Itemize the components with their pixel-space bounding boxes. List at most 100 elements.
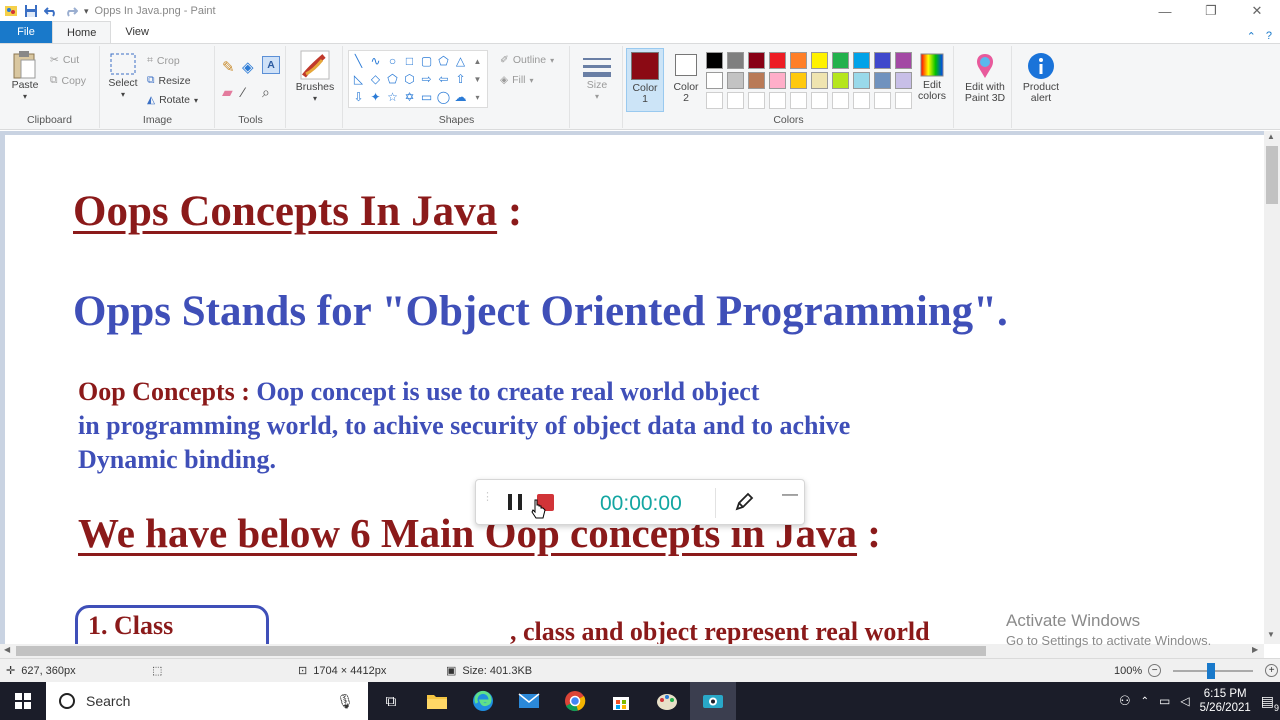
rounded-rect-shape-icon[interactable]: ▢ bbox=[418, 52, 435, 70]
oval-shape-icon[interactable]: ○ bbox=[384, 52, 401, 70]
left-arrow-shape-icon[interactable]: ⇦ bbox=[435, 70, 452, 88]
palette-swatch[interactable] bbox=[769, 72, 786, 89]
palette-swatch[interactable] bbox=[853, 72, 870, 89]
store-button[interactable] bbox=[598, 682, 644, 720]
custom-color-slot[interactable] bbox=[748, 92, 765, 109]
chrome-button[interactable] bbox=[552, 682, 598, 720]
expand-gallery-icon[interactable]: ▾ bbox=[469, 88, 486, 106]
paint-taskbar-button[interactable] bbox=[644, 682, 690, 720]
custom-color-slot[interactable] bbox=[706, 92, 723, 109]
callout-oval-icon[interactable]: ◯ bbox=[435, 88, 452, 106]
show-hidden-icons-chevron-icon[interactable]: ⌃ bbox=[1141, 696, 1149, 707]
palette-swatch[interactable] bbox=[811, 52, 828, 69]
save-icon[interactable] bbox=[24, 4, 38, 18]
palette-swatch[interactable] bbox=[811, 72, 828, 89]
custom-color-slot[interactable] bbox=[895, 92, 912, 109]
paste-button[interactable]: Paste ▾ bbox=[8, 50, 42, 102]
scroll-left-arrow-icon[interactable]: ◀ bbox=[4, 645, 10, 654]
help-icon[interactable]: ? bbox=[1266, 30, 1272, 43]
select-button[interactable]: Select ▾ bbox=[107, 52, 139, 100]
screen-recorder-taskbar-button[interactable] bbox=[690, 682, 736, 720]
zoom-out-icon[interactable]: − bbox=[1148, 664, 1162, 677]
six-point-star-icon[interactable]: ✡ bbox=[401, 88, 418, 106]
image-canvas[interactable]: Oops Concepts In Java : Opps Stands for … bbox=[5, 135, 1264, 644]
palette-swatch[interactable] bbox=[790, 52, 807, 69]
undo-icon[interactable] bbox=[44, 4, 58, 18]
zoom-in-icon[interactable]: + bbox=[1265, 664, 1279, 677]
tab-home[interactable]: Home bbox=[52, 21, 112, 43]
maximize-button[interactable]: ❐ bbox=[1188, 0, 1234, 22]
shapes-gallery[interactable]: ╲ ∿ ○ □ ▢ ⬠ △ ▲ ◺ ◇ ⬠ ⬡ ⇨ ⇦ ⇧ ▼ ⇩ ✦ ☆ ✡ ▭ ◯ ☁ ▾ bbox=[348, 50, 488, 108]
diamond-shape-icon[interactable]: ◇ bbox=[367, 70, 384, 88]
palette-swatch[interactable] bbox=[832, 72, 849, 89]
taskbar-search[interactable]: Search 🎙 bbox=[46, 682, 368, 720]
brushes-button[interactable]: Brushes ▾ bbox=[293, 50, 337, 104]
text-tool-icon[interactable]: A bbox=[262, 56, 280, 74]
polygon-shape-icon[interactable]: ⬠ bbox=[435, 52, 452, 70]
taskbar-clock[interactable]: 6:15 PM 5/26/2021 bbox=[1200, 687, 1251, 715]
notification-center-icon[interactable]: ▤ 9 bbox=[1261, 693, 1279, 713]
palette-swatch[interactable] bbox=[874, 72, 891, 89]
edit-with-paint3d-button[interactable]: Edit with Paint 3D bbox=[960, 52, 1010, 104]
redo-icon[interactable] bbox=[64, 4, 78, 18]
size-button[interactable]: Size ▾ bbox=[579, 54, 615, 102]
line-shape-icon[interactable]: ╲ bbox=[350, 52, 367, 70]
minimize-recorder-icon[interactable]: — bbox=[782, 486, 798, 504]
palette-swatch[interactable] bbox=[727, 72, 744, 89]
vertical-scrollbar[interactable] bbox=[1264, 131, 1280, 644]
rectangle-shape-icon[interactable]: □ bbox=[401, 52, 418, 70]
down-arrow-shape-icon[interactable]: ⇩ bbox=[350, 88, 367, 106]
mail-button[interactable] bbox=[506, 682, 552, 720]
right-arrow-shape-icon[interactable]: ⇨ bbox=[418, 70, 435, 88]
start-button[interactable] bbox=[0, 682, 46, 720]
color2-button[interactable]: Color 2 bbox=[668, 48, 704, 104]
custom-color-slot[interactable] bbox=[769, 92, 786, 109]
palette-swatch[interactable] bbox=[895, 52, 912, 69]
zoom-slider-thumb[interactable] bbox=[1207, 662, 1216, 679]
crop-button[interactable]: ⌗ Crop bbox=[147, 54, 180, 67]
file-explorer-button[interactable] bbox=[414, 682, 460, 720]
product-alert-button[interactable]: Product alert bbox=[1017, 52, 1065, 104]
volume-icon[interactable]: ◁ bbox=[1180, 694, 1189, 708]
vertical-scroll-thumb[interactable] bbox=[1266, 146, 1278, 204]
palette-swatch[interactable] bbox=[832, 52, 849, 69]
microphone-icon[interactable]: 🎙 bbox=[336, 693, 354, 710]
palette-swatch[interactable] bbox=[706, 72, 723, 89]
palette-swatch[interactable] bbox=[790, 72, 807, 89]
cut-button[interactable]: ✂ Cut bbox=[50, 54, 79, 66]
custom-color-slot[interactable] bbox=[790, 92, 807, 109]
custom-color-slot[interactable] bbox=[727, 92, 744, 109]
outline-button[interactable]: ✐ Outline ▾ bbox=[500, 54, 554, 66]
task-view-button[interactable]: ⧉ bbox=[368, 682, 414, 720]
up-arrow-shape-icon[interactable]: ⇧ bbox=[452, 70, 469, 88]
four-point-star-icon[interactable]: ✦ bbox=[367, 88, 384, 106]
right-triangle-shape-icon[interactable]: ◺ bbox=[350, 70, 367, 88]
custom-color-slot[interactable] bbox=[874, 92, 891, 109]
pause-button[interactable] bbox=[508, 494, 522, 512]
fill-button[interactable]: ◈ Fill ▾ bbox=[500, 74, 534, 86]
palette-swatch[interactable] bbox=[769, 52, 786, 69]
scroll-right-arrow-icon[interactable]: ▶ bbox=[1252, 645, 1258, 654]
scroll-up-arrow-icon[interactable]: ▲ bbox=[1267, 132, 1275, 141]
minimize-button[interactable]: — bbox=[1142, 0, 1188, 22]
callout-rect-icon[interactable]: ▭ bbox=[418, 88, 435, 106]
copy-button[interactable]: ⧉ Copy bbox=[50, 74, 86, 87]
palette-swatch[interactable] bbox=[748, 72, 765, 89]
magnifier-icon[interactable]: ⌕ bbox=[262, 84, 270, 101]
eraser-icon[interactable]: ▰ bbox=[222, 84, 233, 101]
custom-color-slot[interactable] bbox=[811, 92, 828, 109]
collapse-ribbon-icon[interactable]: ⌃ bbox=[1247, 30, 1256, 43]
pencil-icon[interactable]: ✎ bbox=[222, 58, 235, 76]
hexagon-shape-icon[interactable]: ⬡ bbox=[401, 70, 418, 88]
close-button[interactable]: ✕ bbox=[1234, 0, 1280, 22]
scroll-down-arrow-icon[interactable]: ▼ bbox=[1267, 630, 1275, 639]
zoom-slider-track[interactable] bbox=[1173, 662, 1254, 679]
customize-toolbar-chevron-icon[interactable]: ▾ bbox=[84, 6, 89, 17]
palette-swatch[interactable] bbox=[748, 52, 765, 69]
edge-button[interactable] bbox=[460, 682, 506, 720]
callout-cloud-icon[interactable]: ☁ bbox=[452, 88, 469, 106]
resize-button[interactable]: ⧉ Resize bbox=[147, 74, 191, 87]
curve-shape-icon[interactable]: ∿ bbox=[367, 52, 384, 70]
triangle-shape-icon[interactable]: △ bbox=[452, 52, 469, 70]
pen-icon[interactable] bbox=[734, 492, 754, 512]
